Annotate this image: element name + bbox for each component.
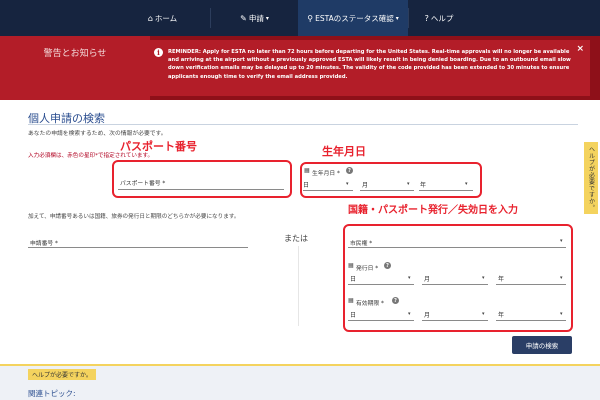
intro-text: あなたの申請を検索するため、次の情報が必要です。 — [28, 131, 167, 137]
passport-number-input[interactable] — [118, 189, 284, 190]
alert-message-box: i REMINDER: Apply for ESTA no later than… — [150, 40, 590, 96]
citizenship-select[interactable]: 市民権 * — [350, 238, 372, 247]
expiry-day-select[interactable]: 日 — [350, 310, 356, 319]
caret-down-icon: ▾ — [395, 14, 399, 22]
issue-day-select[interactable]: 日 — [350, 274, 356, 283]
alert-banner: 警告とお知らせ i REMINDER: Apply for ESTA no la… — [0, 36, 600, 100]
nav-apply-label: 申請 — [248, 13, 264, 23]
nav-apply[interactable]: ✎ 申請 ▾ — [211, 0, 298, 36]
chevron-down-icon: ▾ — [482, 311, 485, 317]
chevron-down-icon: ▾ — [346, 181, 349, 187]
annotation-dob: 生年月日 — [322, 145, 366, 158]
close-icon[interactable]: × — [576, 44, 584, 54]
chevron-down-icon: ▾ — [560, 311, 563, 317]
issue-day-underline — [348, 284, 414, 285]
related-topics-heading: 関連トピック: — [28, 389, 76, 398]
dob-month-select[interactable]: 月 — [362, 180, 368, 189]
application-number-input[interactable] — [28, 247, 248, 248]
search-icon: ⚲ — [307, 13, 314, 23]
alert-sidebar-title: 警告とお知らせ — [43, 49, 107, 59]
expiry-month-select[interactable]: 月 — [424, 310, 430, 319]
info-icon: i — [154, 48, 163, 57]
passport-field-label: パスポート番号 * — [120, 181, 166, 187]
pencil-icon: ✎ — [240, 13, 247, 23]
help-side-tab[interactable]: ヘルプが必要ですか。 — [584, 142, 598, 214]
issue-year-select[interactable]: 年 — [498, 274, 504, 283]
alert-message: REMINDER: Apply for ESTA no later than 7… — [168, 49, 571, 80]
nav-help[interactable]: ? ヘルプ — [409, 0, 469, 36]
title-divider — [28, 124, 578, 125]
chevron-down-icon: ▾ — [465, 181, 468, 187]
dob-label: 生年月日 * — [312, 171, 340, 177]
help-icon: ? — [424, 13, 429, 23]
calendar-icon: ▦ — [304, 167, 310, 174]
vertical-divider — [298, 246, 299, 326]
expiry-day-underline — [348, 320, 414, 321]
dob-month-underline — [360, 190, 414, 191]
expiry-year-select[interactable]: 年 — [498, 310, 504, 319]
chevron-down-icon: ▾ — [560, 275, 563, 281]
chevron-down-icon: ▾ — [408, 275, 411, 281]
nav-esta-status-label: ESTAのステータス確認 — [315, 13, 394, 23]
chevron-down-icon: ▾ — [407, 181, 410, 187]
dob-year-select[interactable]: 年 — [420, 180, 426, 189]
annotation-passport: パスポート番号 — [120, 140, 197, 153]
footer-help-tag[interactable]: ヘルプが必要ですか。 — [28, 369, 96, 380]
nav-help-label: ヘルプ — [430, 13, 454, 23]
top-nav: ⌂ ホーム ✎ 申請 ▾ ⚲ ESTAのステータス確認 ▾ ? ヘルプ — [0, 0, 600, 36]
dob-year-underline — [419, 190, 473, 191]
application-number-label: 申請番号 * — [30, 241, 58, 247]
home-icon: ⌂ — [147, 13, 153, 23]
chevron-down-icon: ▾ — [560, 238, 563, 244]
help-circle-icon[interactable]: ? — [346, 167, 353, 174]
issue-year-underline — [496, 284, 566, 285]
expiry-year-underline — [496, 320, 566, 321]
help-circle-icon[interactable]: ? — [384, 262, 391, 269]
alert-sidebar: 警告とお知らせ — [0, 36, 150, 100]
calendar-icon: ▦ — [348, 297, 354, 304]
chevron-down-icon: ▾ — [482, 275, 485, 281]
caret-down-icon: ▾ — [265, 14, 269, 22]
citizenship-underline — [348, 247, 566, 248]
search-application-button[interactable]: 申請の検索 — [512, 336, 572, 354]
nav-esta-status[interactable]: ⚲ ESTAのステータス確認 ▾ — [298, 0, 408, 36]
dob-day-underline — [303, 190, 353, 191]
expiry-date-label: 有効期限 * — [356, 301, 384, 307]
issue-month-underline — [422, 284, 488, 285]
issue-date-label: 発行日 * — [356, 266, 379, 272]
expiry-month-underline — [422, 320, 488, 321]
nav-home-label: ホーム — [154, 13, 178, 23]
dob-day-select[interactable]: 日 — [303, 180, 309, 189]
calendar-icon: ▦ — [348, 262, 354, 269]
help-circle-icon[interactable]: ? — [392, 297, 399, 304]
footer-accent-stripe — [0, 364, 600, 366]
search-hint: 加えて、申請番号あるいは国籍、旅券の発行日と期限のどちらかが必要になります。 — [28, 214, 240, 220]
or-separator: または — [284, 234, 308, 243]
issue-month-select[interactable]: 月 — [424, 274, 430, 283]
esta-search-page: ⌂ ホーム ✎ 申請 ▾ ⚲ ESTAのステータス確認 ▾ ? ヘルプ 警告とお… — [0, 0, 600, 400]
nav-home[interactable]: ⌂ ホーム — [115, 0, 210, 36]
annotation-nationality: 国籍・パスポート発行／失効日を入力 — [348, 205, 518, 216]
highlight-nationality — [343, 224, 573, 332]
chevron-down-icon: ▾ — [408, 311, 411, 317]
